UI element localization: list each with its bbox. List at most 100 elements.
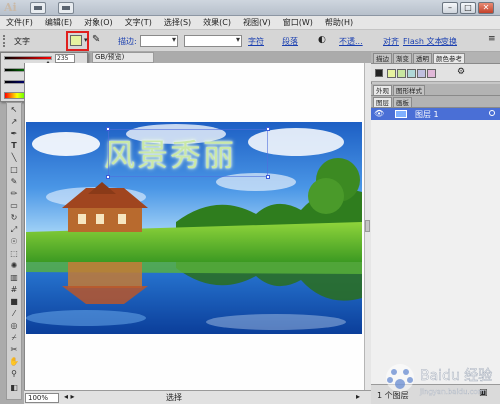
free-transform-tool-icon[interactable]: ⬚ bbox=[8, 249, 20, 259]
base-color-swatch[interactable] bbox=[375, 69, 383, 77]
panel-menu-icon[interactable]: ≡ bbox=[488, 34, 496, 44]
close-button[interactable]: ✕ bbox=[478, 2, 494, 14]
menu-type[interactable]: 文字(T) bbox=[125, 17, 152, 28]
scissors-tool-icon[interactable]: ✂ bbox=[8, 345, 20, 355]
align-link[interactable]: 对齐 bbox=[383, 36, 399, 47]
eyedropper-tool-icon[interactable]: ⁄ bbox=[8, 309, 20, 319]
selection-handle[interactable] bbox=[266, 175, 270, 179]
zoom-select[interactable]: 100% bbox=[25, 393, 59, 403]
character-link[interactable]: 字符 bbox=[248, 36, 264, 47]
tab-transparency[interactable]: 透明 bbox=[413, 53, 432, 63]
menu-window[interactable]: 窗口(W) bbox=[283, 17, 313, 28]
zoom-tool-icon[interactable]: ⚲ bbox=[8, 369, 20, 379]
fill-color-swatch[interactable] bbox=[70, 35, 82, 46]
menu-select[interactable]: 选择(S) bbox=[164, 17, 191, 28]
style-icon[interactable]: ◐ bbox=[318, 35, 326, 45]
warp-tool-icon[interactable]: ☉ bbox=[8, 237, 20, 247]
appearance-panel-tabs: 外观 图形样式 bbox=[371, 84, 500, 96]
transform-link[interactable]: 变换 bbox=[441, 36, 457, 47]
tab-stroke[interactable]: 描边 bbox=[373, 53, 392, 63]
title-bar: Ai – □ ✕ bbox=[0, 0, 500, 16]
menu-effect[interactable]: 效果(C) bbox=[203, 17, 231, 28]
menu-file[interactable]: 文件(F) bbox=[6, 17, 33, 28]
rotate-tool-icon[interactable]: ↻ bbox=[8, 213, 20, 223]
app-logo: Ai bbox=[4, 1, 17, 14]
layer-target-icon[interactable] bbox=[489, 110, 495, 116]
scale-tool-icon[interactable]: ⤢ bbox=[8, 225, 20, 235]
arrange-documents-icon[interactable] bbox=[58, 2, 74, 14]
stroke-label[interactable]: 描边: bbox=[118, 36, 137, 47]
status-bar: 100% ◂ ▸ 选择 ▸ bbox=[24, 390, 371, 404]
guide-swatch[interactable] bbox=[407, 69, 416, 78]
menu-help[interactable]: 帮助(H) bbox=[325, 17, 353, 28]
selection-handle[interactable] bbox=[266, 127, 270, 131]
color-guide-swatches: ⚙ bbox=[371, 64, 500, 82]
tab-appearance[interactable]: 外观 bbox=[373, 85, 392, 95]
pen-tool-icon[interactable]: ✒ bbox=[8, 129, 20, 139]
menu-bar: 文件(F) 编辑(E) 对象(O) 文字(T) 选择(S) 效果(C) 视图(V… bbox=[0, 16, 500, 30]
guide-swatch[interactable] bbox=[417, 69, 426, 78]
fill-stroke-icon[interactable]: ◧ bbox=[8, 383, 20, 393]
watermark-url: jingyan.baidu.com bbox=[419, 388, 485, 396]
guide-swatch[interactable] bbox=[427, 69, 436, 78]
type-tool-icon[interactable]: T bbox=[8, 141, 20, 151]
tab-gradient[interactable]: 渐变 bbox=[393, 53, 412, 63]
selection-tool-icon[interactable]: ↖ bbox=[8, 105, 20, 115]
layers-list bbox=[371, 120, 500, 384]
red-value[interactable]: 235 bbox=[55, 54, 75, 63]
menu-edit[interactable]: 编辑(E) bbox=[45, 17, 72, 28]
eraser-tool-icon[interactable]: ▭ bbox=[8, 201, 20, 211]
flash-text-link[interactable]: Flash 文本 bbox=[403, 36, 443, 47]
minimize-button[interactable]: – bbox=[442, 2, 458, 14]
brush-tool-icon[interactable]: ✎ bbox=[8, 177, 20, 187]
stroke-pen-icon[interactable]: ✎ bbox=[92, 35, 100, 45]
guide-swatch[interactable] bbox=[397, 69, 406, 78]
tab-layers[interactable]: 图层 bbox=[373, 97, 392, 107]
symbol-sprayer-tool-icon[interactable]: ✺ bbox=[8, 261, 20, 271]
line-tool-icon[interactable]: ╲ bbox=[8, 153, 20, 163]
red-slider[interactable] bbox=[4, 56, 52, 60]
tab-graphic-styles[interactable]: 图形样式 bbox=[393, 85, 425, 95]
watermark-brand: Baidu 经验 bbox=[420, 368, 492, 384]
color-guide-icon[interactable]: ⚙ bbox=[457, 67, 465, 77]
opacity-link[interactable]: 不透... bbox=[339, 36, 363, 47]
mesh-tool-icon[interactable]: # bbox=[8, 285, 20, 295]
tab-artboards[interactable]: 画板 bbox=[393, 97, 412, 107]
menu-view[interactable]: 视图(V) bbox=[243, 17, 271, 28]
maximize-button[interactable]: □ bbox=[460, 2, 476, 14]
artboard-nav-icon[interactable]: ◂ ▸ bbox=[64, 392, 75, 401]
pencil-tool-icon[interactable]: ✏ bbox=[8, 189, 20, 199]
slice-tool-icon[interactable]: ⌿ bbox=[8, 333, 20, 343]
layer-row[interactable]: 👁 图层 1 bbox=[371, 108, 500, 120]
tab-color-guide[interactable]: 颜色参考 bbox=[433, 53, 465, 63]
status-scroll-icon[interactable]: ▸ bbox=[356, 392, 360, 401]
baidu-watermark: Baidu 经验 jingyan.baidu.com bbox=[386, 364, 493, 396]
layer-name[interactable]: 图层 1 bbox=[415, 109, 439, 120]
selection-handle[interactable] bbox=[106, 175, 110, 179]
bridge-icon[interactable] bbox=[30, 2, 46, 14]
gradient-tool-icon[interactable]: ■ bbox=[8, 297, 20, 307]
selection-handle[interactable] bbox=[106, 127, 110, 131]
stroke-weight-select[interactable] bbox=[140, 35, 178, 47]
scrollbar-thumb[interactable] bbox=[365, 220, 370, 232]
chevron-down-icon[interactable]: ▾ bbox=[84, 36, 88, 44]
guide-swatch[interactable] bbox=[387, 69, 396, 78]
grip-icon bbox=[3, 35, 8, 47]
blend-tool-icon[interactable]: ◎ bbox=[8, 321, 20, 331]
paragraph-link[interactable]: 段落 bbox=[282, 36, 298, 47]
menu-object[interactable]: 对象(O) bbox=[84, 17, 113, 28]
color-panel-tabs: 描边 渐变 透明 颜色参考 bbox=[371, 52, 500, 64]
layer-thumbnail bbox=[395, 110, 407, 118]
brush-definition-select[interactable] bbox=[184, 35, 242, 47]
graph-tool-icon[interactable]: ▥ bbox=[8, 273, 20, 283]
layers-panel-tabs: 图层 画板 bbox=[371, 96, 500, 108]
hand-tool-icon[interactable]: ✋ bbox=[8, 357, 20, 367]
text-selection-box bbox=[108, 129, 268, 177]
control-label: 文字 bbox=[14, 37, 30, 46]
status-tool[interactable]: 选择 bbox=[166, 393, 226, 403]
document-tab[interactable]: GB/预览) bbox=[92, 52, 154, 63]
direct-select-tool-icon[interactable]: ↗ bbox=[8, 117, 20, 127]
rectangle-tool-icon[interactable]: □ bbox=[8, 165, 20, 175]
toolbox: ↖ ↗ ✒ T ╲ □ ✎ ✏ ▭ ↻ ⤢ ☉ ⬚ ✺ ▥ # ■ ⁄ ◎ ⌿ … bbox=[6, 102, 22, 400]
eye-icon[interactable]: 👁 bbox=[374, 109, 384, 118]
